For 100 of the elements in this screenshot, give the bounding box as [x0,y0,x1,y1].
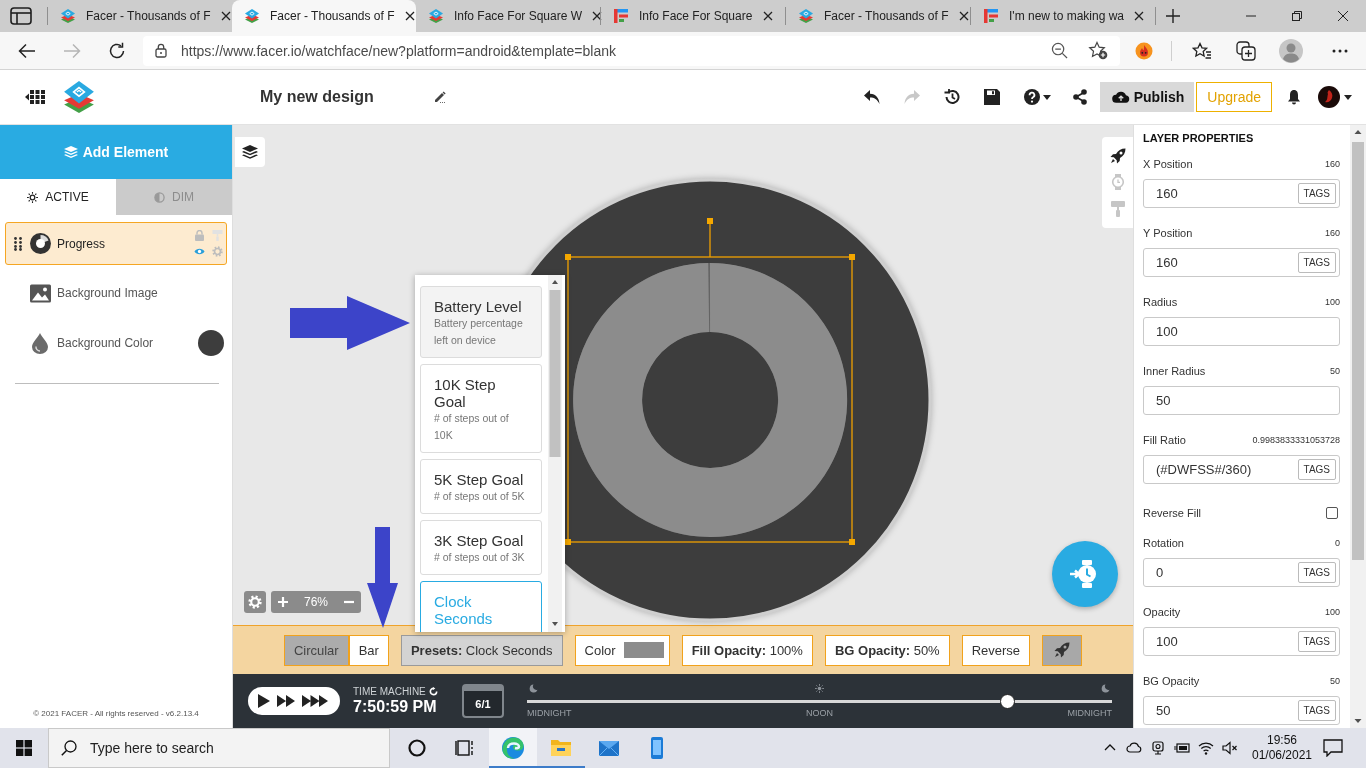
input-field[interactable]: 50 [1143,386,1340,415]
color-swatch-icon[interactable] [198,330,224,356]
play-icon[interactable] [258,694,270,708]
bg-opacity-button[interactable]: BG Opacity: 50% [824,634,950,666]
flame-icon[interactable] [1135,41,1153,60]
new-tab-icon[interactable] [1166,9,1180,23]
slider-thumb[interactable] [999,694,1015,709]
wifi-icon[interactable] [1198,740,1214,756]
back-arrow-icon[interactable] [18,42,36,59]
close-icon[interactable] [592,11,603,21]
input-field[interactable]: 0 TAGS [1143,558,1340,587]
presets-button[interactable]: Presets: Clock Seconds [400,634,563,666]
address-bar[interactable]: https://www.facer.io/watchface/new?platform=android&template=blank [143,35,1120,66]
input-field[interactable]: 50 TAGS [1143,696,1340,725]
preview-button[interactable] [1052,541,1118,607]
layer-item[interactable]: Background Color [5,318,227,368]
zoom-out-icon[interactable] [1051,42,1068,59]
browser-tab[interactable]: Facer - Thousands of F [48,0,232,32]
preset-option[interactable]: Battery Level Battery percentage left on device [420,286,542,358]
close-icon[interactable] [1134,11,1144,21]
resize-handle[interactable] [565,254,571,260]
close-icon[interactable] [1338,11,1348,21]
close-icon[interactable] [958,11,969,21]
notification-icon[interactable] [1323,739,1343,757]
browser-tab[interactable]: I'm new to making wa [971,0,1155,32]
layer-item[interactable]: Background Image [5,268,227,318]
resize-handle[interactable] [565,539,571,545]
zoom-in-icon[interactable] [278,597,288,607]
input-field[interactable]: 160 TAGS [1143,248,1340,277]
avatar-icon[interactable] [1318,86,1340,108]
tags-button[interactable]: TAGS [1297,459,1336,480]
checkbox[interactable] [1326,507,1338,519]
layer-item[interactable]: Progress [5,222,227,265]
color-button[interactable]: Color [574,634,670,666]
profile-avatar-icon[interactable] [1279,38,1303,63]
more-icon[interactable] [1332,48,1348,53]
fastest-forward-icon[interactable] [302,695,328,707]
preset-option[interactable]: 10K Step Goal # of steps out of 10K [420,364,542,453]
caret-icon[interactable] [1344,94,1352,100]
restore-icon[interactable] [1292,11,1302,21]
tab-actions-icon[interactable] [10,7,32,25]
close-icon[interactable] [220,11,231,21]
browser-tab[interactable]: Info Face For Square [601,0,785,32]
caret-icon[interactable] [1042,94,1051,100]
add-favorite-icon[interactable] [1088,41,1108,60]
close-icon[interactable] [404,11,415,21]
help-icon[interactable] [1023,89,1040,105]
browser-tab[interactable]: Facer - Thousands of F [786,0,970,32]
publish-button[interactable]: Publish [1099,82,1195,112]
input-field[interactable]: 160 TAGS [1143,179,1340,208]
undo-icon[interactable] [862,89,881,105]
preset-option[interactable]: 3K Step Goal # of steps out of 3K [420,520,542,575]
tags-button[interactable]: TAGS [1297,631,1336,652]
drag-handle-icon[interactable] [14,236,22,251]
shape-toggle[interactable]: Bar [348,634,389,666]
browser-tab[interactable]: Info Face For Square W [416,0,600,32]
history-icon[interactable] [943,89,960,105]
camera-icon[interactable] [1150,740,1166,756]
settings-button[interactable] [244,591,266,613]
input-field[interactable]: (#DWFSS#/360) TAGS [1143,455,1340,484]
pencil-icon[interactable] [433,91,446,103]
tags-button[interactable]: TAGS [1297,700,1336,721]
input-field[interactable]: 100 TAGS [1143,627,1340,656]
scrollbar[interactable] [548,275,562,632]
preset-option[interactable]: 5K Step Goal # of steps out of 5K [420,459,542,514]
bell-icon[interactable] [1287,89,1301,105]
fill-opacity-button[interactable]: Fill Opacity: 100% [681,634,813,666]
date-button[interactable]: 6/1 [462,684,504,718]
share-icon[interactable] [1072,89,1087,105]
resize-handle[interactable] [849,539,855,545]
collections-icon[interactable] [1236,40,1256,61]
grid-menu-icon[interactable] [25,90,45,104]
scrollbar[interactable] [1350,125,1366,728]
close-icon[interactable] [763,11,773,21]
favorites-icon[interactable] [1192,41,1212,60]
refresh-icon[interactable] [108,41,126,60]
speaker-muted-icon[interactable] [1222,740,1238,756]
fast-forward-icon[interactable] [277,695,295,707]
reverse-button[interactable]: Reverse [961,634,1031,666]
tags-button[interactable]: TAGS [1297,252,1336,273]
search-field[interactable]: Type here to search [48,728,390,768]
battery-icon[interactable] [1174,740,1190,756]
reset-icon[interactable] [428,687,438,696]
resize-handle[interactable] [849,254,855,260]
input-field[interactable]: 100 [1143,317,1340,346]
rocket-button[interactable] [1042,634,1083,666]
eye-icon[interactable] [194,246,205,257]
browser-tab[interactable]: Facer - Thousands of F [232,0,416,32]
shape-toggle[interactable]: Circular [283,634,349,666]
field-reading: 0 [1335,538,1340,548]
windows-logo-icon[interactable] [16,740,32,756]
layers-icon [63,145,78,159]
save-icon[interactable] [983,89,1000,105]
logo-icon[interactable] [62,80,96,114]
tags-button[interactable]: TAGS [1297,562,1336,583]
rotate-handle[interactable] [707,218,713,258]
tags-button[interactable]: TAGS [1297,183,1336,204]
layers-button[interactable] [235,137,265,167]
cloud-icon[interactable] [1126,740,1142,756]
rocket-icon[interactable] [1109,148,1126,165]
